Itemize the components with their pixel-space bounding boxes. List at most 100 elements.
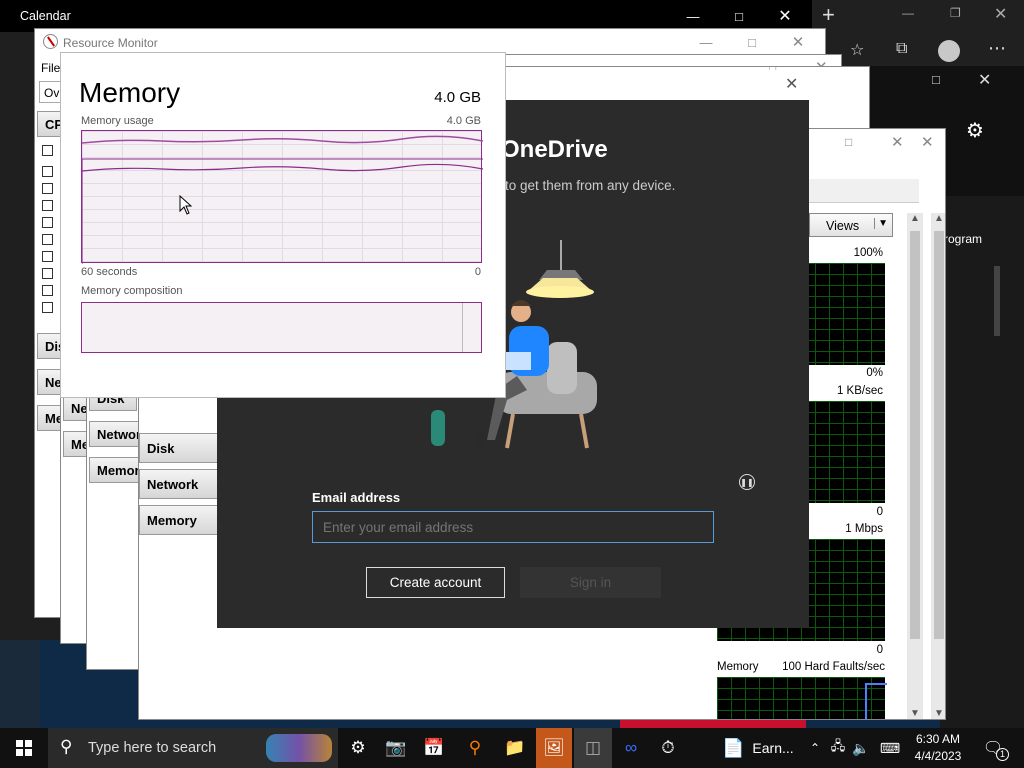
process-checkbox[interactable] <box>42 302 53 313</box>
memory-usage-graph <box>81 130 483 264</box>
views-dropdown[interactable]: Views ▼ <box>809 213 893 237</box>
memory-graph-title: Memory <box>717 661 759 673</box>
process-checkbox[interactable] <box>42 145 53 156</box>
calendar-title: Calendar <box>20 9 71 23</box>
resmon-toolbar-strip <box>807 179 919 203</box>
create-account-label: Create account <box>389 575 482 590</box>
right-scrollbar-track[interactable] <box>994 266 1000 336</box>
panel-header-memory[interactable]: Memory <box>89 457 147 483</box>
show-hidden-icons-chevron-up-icon[interactable]: ⌃ <box>806 728 824 768</box>
panel-network-label: Network <box>147 476 199 492</box>
panel-header-memory[interactable]: Memory <box>139 505 219 535</box>
process-checkbox[interactable] <box>42 268 53 279</box>
memory-time-right: 0 <box>474 266 481 278</box>
new-tab-button[interactable]: + <box>822 2 835 28</box>
outer-scrollbar[interactable]: ▲ ▼ <box>931 213 945 719</box>
create-account-button[interactable]: Create account <box>366 567 505 598</box>
taskbar-search-box[interactable]: ⚲ Type here to search <box>48 728 338 768</box>
right-partial-text: rogram <box>944 232 983 246</box>
panel-header-disk[interactable]: Disk <box>139 433 219 463</box>
memory-graph-max: 100 Hard Faults/sec <box>782 661 885 673</box>
process-checkbox[interactable] <box>42 251 53 262</box>
profile-avatar[interactable] <box>938 40 960 62</box>
pause-animation-button[interactable]: ❚❚ <box>739 474 755 490</box>
views-label: Views <box>826 219 860 233</box>
network-tray-icon[interactable]: 🖧 <box>828 728 848 768</box>
browser-minimize-button[interactable]: — <box>902 6 914 20</box>
desktop-wallpaper-lower <box>0 640 40 728</box>
document-app-label: Earn... <box>752 740 794 756</box>
panel-header-network[interactable]: Network <box>89 421 148 447</box>
resource-monitor-taskbar-icon[interactable]: ◫ <box>574 728 612 768</box>
graph-scrollbar[interactable]: ▲ ▼ <box>907 213 923 719</box>
resmon-minimize-button[interactable]: — <box>683 29 729 55</box>
process-checkbox[interactable] <box>42 234 53 245</box>
start-button[interactable] <box>0 728 48 768</box>
gear-icon[interactable]: ⚙ <box>966 118 984 143</box>
network-graph-max: 1 Mbps <box>845 523 883 535</box>
connect-taskbar-icon[interactable]: ∞ <box>614 728 648 768</box>
scroll-thumb[interactable] <box>910 231 920 639</box>
search-icon: ⚲ <box>60 737 73 756</box>
browser-restore-button[interactable]: ❐ <box>950 6 961 20</box>
disk-graph-min: 0 <box>876 506 883 518</box>
settings-taskbar-icon[interactable]: ⚙ <box>340 728 376 768</box>
notification-count-badge: 1 <box>996 748 1009 761</box>
search-placeholder: Type here to search <box>88 740 217 756</box>
clock[interactable]: 6:30 AM 4/4/2023 <box>906 731 970 765</box>
settings-close-button[interactable]: ✕ <box>978 70 991 90</box>
camera-taskbar-icon[interactable]: 📷 <box>378 728 414 768</box>
disk-graph-max: 1 KB/sec <box>836 385 883 397</box>
clock-time: 6:30 AM <box>915 732 961 746</box>
views-chevron-down-icon: ▼ <box>874 218 888 229</box>
scroll-up-arrow-icon[interactable]: ▲ <box>910 213 920 224</box>
scroll-thumb[interactable] <box>934 231 944 639</box>
resmon-front-maximize[interactable]: □ <box>845 135 852 149</box>
favorites-icon[interactable]: ☆ <box>850 40 864 60</box>
keyboard-tray-icon[interactable]: ⌨ <box>876 728 904 768</box>
settings-maximize-button[interactable]: □ <box>932 72 940 87</box>
document-taskbar-app[interactable]: 📄 Earn... <box>712 728 814 768</box>
process-checkbox[interactable] <box>42 285 53 296</box>
more-options-icon[interactable]: ⋯ <box>988 38 1006 59</box>
right-dark-window[interactable]: rogram <box>940 196 1024 728</box>
browser-window[interactable]: + — ❐ ✕ ☆ ⧉ ⋯ <box>812 0 1024 70</box>
memory-graph <box>717 677 887 719</box>
magnifier-taskbar-icon[interactable]: ⚲ <box>456 728 494 768</box>
memory-widget[interactable]: Memory 4.0 GB Memory usage 4.0 GB 60 sec… <box>60 52 506 398</box>
resmon-maximize-button[interactable]: □ <box>729 29 775 55</box>
file-explorer-taskbar-icon[interactable]: 📁 <box>496 728 534 768</box>
email-label: Email address <box>312 490 401 505</box>
notifications-icon[interactable]: 🗨 1 <box>976 728 1010 768</box>
memory-composition-label: Memory composition <box>81 285 183 297</box>
volume-tray-icon[interactable]: 🔈 <box>850 728 872 768</box>
red-strip <box>620 720 806 728</box>
scroll-down-arrow-icon[interactable]: ▼ <box>910 708 920 719</box>
calendar-taskbar-icon[interactable]: 📅 <box>416 728 452 768</box>
mouse-pointer-icon <box>179 194 193 218</box>
cpu-graph-max: 100% <box>853 247 883 259</box>
browser-close-button[interactable]: ✕ <box>994 4 1007 24</box>
process-checkbox[interactable] <box>42 217 53 228</box>
scroll-down-arrow-icon[interactable]: ▼ <box>934 708 944 719</box>
resmon-app-icon <box>43 34 58 49</box>
collections-icon[interactable]: ⧉ <box>896 40 907 58</box>
windows-logo-icon <box>16 740 32 756</box>
scroll-up-arrow-icon[interactable]: ▲ <box>934 213 944 224</box>
email-input[interactable] <box>312 511 714 543</box>
process-checkbox[interactable] <box>42 200 53 211</box>
resmon-front-close[interactable]: ✕ <box>891 133 904 151</box>
resmon-front-close-2[interactable]: ✕ <box>921 133 934 151</box>
onedrive-close-button[interactable]: ✕ <box>785 74 798 94</box>
process-checkbox[interactable] <box>42 166 53 177</box>
photos-taskbar-icon[interactable]: 🖼 <box>536 728 572 768</box>
clock-date: 4/4/2023 <box>914 749 962 763</box>
resmon-close-button[interactable]: ✕ <box>775 29 821 55</box>
compass-taskbar-icon[interactable]: ⏱ <box>650 728 686 768</box>
menu-file[interactable]: File <box>41 61 60 75</box>
process-checkbox[interactable] <box>42 183 53 194</box>
sign-in-button[interactable]: Sign in <box>520 567 661 598</box>
resmon-title: Resource Monitor <box>63 36 158 50</box>
memory-usage-line <box>82 135 483 264</box>
panel-header-network[interactable]: Network <box>139 469 219 499</box>
